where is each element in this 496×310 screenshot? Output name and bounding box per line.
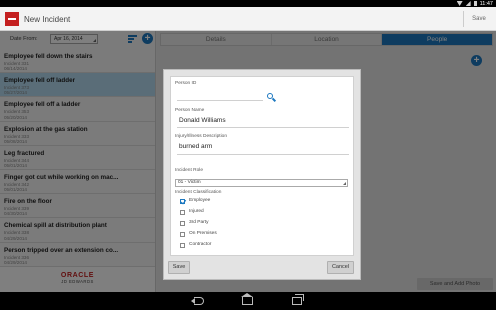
person-id-underline [177,100,263,101]
status-bar: 11:47 [0,0,496,7]
incident-role-label: Incident Role [175,168,203,173]
injured-checkbox-label: Injured [189,209,204,214]
injury-description-underline [177,154,349,155]
person-name-field[interactable]: Donald Williams [179,117,226,124]
person-id-label: Person ID [175,81,197,86]
system-nav-bar [0,292,496,310]
incident-classification-label: Incident Classification [175,190,222,195]
dialog-cancel-button[interactable]: Cancel [327,261,354,274]
app-bar: New Incident Save [0,7,496,31]
injured-checkbox[interactable] [180,210,185,215]
person-name-underline [177,127,349,128]
wifi-icon [456,1,463,6]
employee-checkbox[interactable] [180,199,185,204]
search-icon[interactable] [267,93,277,103]
battery-icon [473,1,477,6]
contractor-checkbox[interactable] [180,243,185,248]
injury-description-field[interactable]: burned arm [179,143,212,150]
person-name-label: Person Name [175,108,205,113]
page-title: New Incident [24,15,71,24]
third-party-checkbox-label: 3rd Party [189,220,209,225]
divider [463,11,464,27]
save-button[interactable]: Save [467,12,491,26]
employee-checkbox-label: Employee [189,198,211,203]
contractor-checkbox-label: Contractor [189,242,212,247]
status-time: 11:47 [479,0,493,7]
person-form: Person ID Person Name Donald Williams In… [170,76,354,256]
third-party-checkbox[interactable] [180,221,185,226]
back-icon[interactable] [191,297,204,305]
status-icons: 11:47 [456,0,493,7]
on-premises-checkbox-label: On Premises [189,231,217,236]
signal-icon [465,1,471,6]
dialog-save-button[interactable]: Save [168,261,190,274]
home-icon[interactable] [241,293,253,305]
injury-description-label: Injury/Illness Description [175,134,227,139]
app-logo-icon [5,12,19,26]
incident-role-select[interactable]: 01 - Victim [175,179,348,187]
person-dialog: Person ID Person Name Donald Williams In… [163,69,361,280]
recent-apps-icon[interactable] [292,294,304,305]
on-premises-checkbox[interactable] [180,232,185,237]
